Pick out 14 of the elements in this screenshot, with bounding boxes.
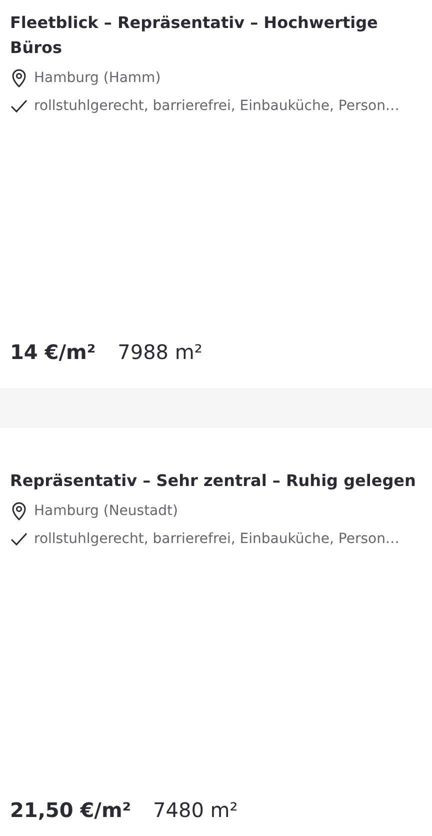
listing-title[interactable]: Repräsentativ – Sehr zentral – Ruhig gelegen <box>10 468 422 493</box>
listing-price: 14 €/m² <box>10 340 96 364</box>
listing-area: 7480 m² <box>153 798 238 822</box>
listing-price: 21,50 €/m² <box>10 798 132 822</box>
location-pin-icon <box>10 68 28 88</box>
listing-location: Hamburg (Hamm) <box>34 69 161 88</box>
check-icon <box>10 532 28 546</box>
listing-features: rollstuhlgerecht, barrierefrei, Einbauküche, Person… <box>34 97 400 116</box>
listing-area: 7988 m² <box>118 340 202 364</box>
listing-title[interactable]: Fleetblick – Repräsentativ – Hochwertige Büros <box>10 10 422 60</box>
listing-features: rollstuhlgerecht, barrierefrei, Einbauküche, Person… <box>34 530 400 549</box>
listing-location: Hamburg (Neustadt) <box>34 502 178 521</box>
check-icon <box>10 99 28 113</box>
location-pin-icon <box>10 501 28 521</box>
